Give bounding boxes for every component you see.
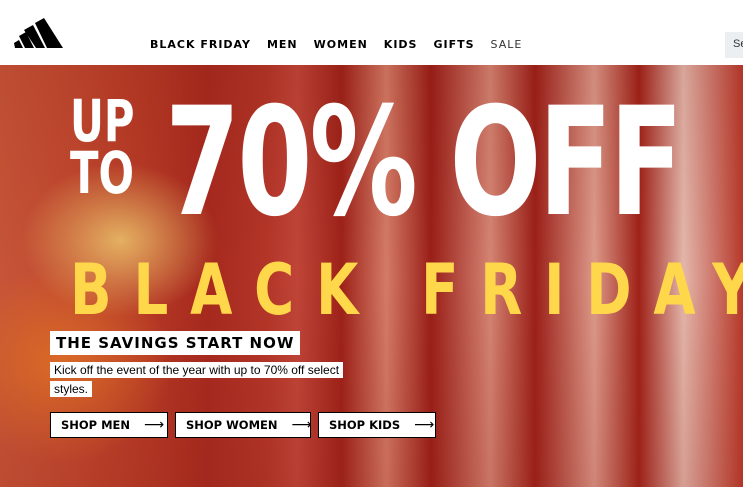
shop-men-label: SHOP MEN [61,418,131,432]
hero-tagline: THE SAVINGS START NOW [50,331,301,355]
hero-upto-line2: TO [70,139,134,207]
shop-kids-button[interactable]: SHOP KIDS ⟶ [318,412,436,438]
shop-men-button[interactable]: SHOP MEN ⟶ [50,412,168,438]
nav-kids[interactable]: KIDS [384,38,418,51]
nav-black-friday[interactable]: BLACK FRIDAY [150,38,251,51]
nav-men[interactable]: MEN [267,38,298,51]
shop-women-label: SHOP WOMEN [186,418,278,432]
search-input[interactable]: Se [725,32,743,58]
nav-women[interactable]: WOMEN [314,38,368,51]
arrow-right-icon: ⟶ [291,417,312,433]
shop-kids-label: SHOP KIDS [329,418,401,432]
nav-gifts[interactable]: GIFTS [433,38,474,51]
arrow-right-icon: ⟶ [144,417,165,433]
cta-group: SHOP MEN ⟶ SHOP WOMEN ⟶ SHOP KIDS ⟶ [50,412,436,438]
adidas-logo-icon[interactable] [14,18,64,50]
hero-discount: 70% OFF [165,76,683,250]
hero-banner: UP TO 70% OFF BLACK FRIDAY THE SAVINGS S… [0,65,743,487]
main-nav: BLACK FRIDAY MEN WOMEN KIDS GIFTS SALE [150,38,522,51]
hero-upto: UP TO [70,92,135,207]
hero-description: Kick off the event of the year with up t… [50,361,366,399]
site-header: BLACK FRIDAY MEN WOMEN KIDS GIFTS SALE S… [0,0,743,65]
hero-subtitle: BLACK FRIDAY [70,249,743,331]
shop-women-button[interactable]: SHOP WOMEN ⟶ [175,412,312,438]
arrow-right-icon: ⟶ [414,417,435,433]
hero-description-text: Kick off the event of the year with up t… [50,362,344,397]
nav-sale[interactable]: SALE [491,38,523,51]
